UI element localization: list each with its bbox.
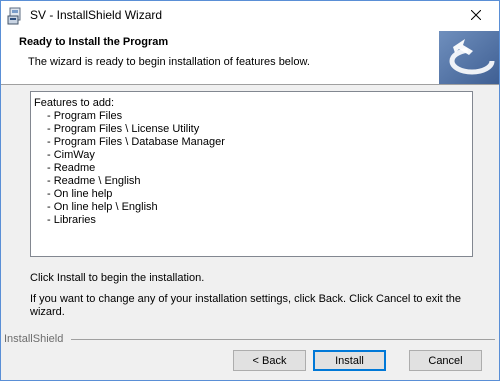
footer-divider bbox=[71, 339, 495, 340]
installer-app-icon bbox=[7, 7, 25, 25]
close-icon bbox=[470, 9, 482, 23]
install-instruction: Click Install to begin the installation. bbox=[30, 272, 205, 284]
features-list-box[interactable]: Features to add: - Program Files - Progr… bbox=[30, 91, 473, 257]
back-button[interactable]: < Back bbox=[233, 350, 306, 371]
title-bar[interactable]: SV - InstallShield Wizard bbox=[1, 1, 499, 31]
feature-item: - Program Files bbox=[47, 110, 123, 122]
page-title: Ready to Install the Program bbox=[19, 36, 169, 48]
feature-item: - Readme \ English bbox=[47, 175, 141, 187]
installshield-logo bbox=[439, 31, 499, 84]
feature-item: - Program Files \ Database Manager bbox=[47, 136, 225, 148]
wizard-header: Ready to Install the Program The wizard … bbox=[1, 31, 499, 85]
features-label: Features to add: bbox=[34, 97, 115, 109]
feature-item: - On line help \ English bbox=[47, 201, 158, 213]
installshield-window: SV - InstallShield Wizard Ready to Insta… bbox=[0, 0, 500, 381]
feature-item: - CimWay bbox=[47, 149, 95, 161]
installshield-brand-label: InstallShield bbox=[4, 333, 64, 345]
feature-item: - On line help bbox=[47, 188, 113, 200]
close-button[interactable] bbox=[453, 1, 499, 31]
feature-item: - Program Files \ License Utility bbox=[47, 123, 200, 135]
install-button[interactable]: Install bbox=[313, 350, 386, 371]
window-title: SV - InstallShield Wizard bbox=[30, 8, 163, 22]
feature-item: - Libraries bbox=[47, 214, 96, 226]
change-settings-instruction: If you want to change any of your instal… bbox=[30, 293, 462, 318]
feature-item: - Readme bbox=[47, 162, 96, 174]
features-list: - Program Files - Program Files \ Licens… bbox=[47, 110, 225, 227]
cancel-button[interactable]: Cancel bbox=[409, 350, 482, 371]
page-subtitle: The wizard is ready to begin installatio… bbox=[28, 56, 310, 68]
